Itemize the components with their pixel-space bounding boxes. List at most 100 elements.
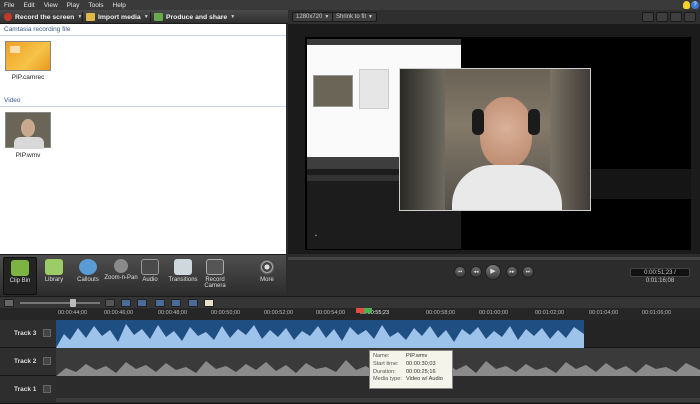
webcam-face [480,97,532,167]
clip-thumbnail-wmv[interactable] [5,112,51,149]
menu-play[interactable]: Play [67,2,80,9]
track-header-1[interactable]: Track 1 [0,376,56,404]
menu-view[interactable]: View [44,2,58,9]
track-name: Track 3 [14,330,37,337]
timeline-settings-icon[interactable] [4,299,14,307]
pan-button[interactable] [656,12,668,22]
tool-label: Library [44,277,64,283]
track-header-2[interactable]: Track 2 [0,348,56,376]
menu-file[interactable]: File [4,2,14,9]
ruler-label: 00:00:46;00 [104,310,134,316]
clip-bin-panel: Camtasia recording file PIP.camrec Video… [0,24,286,254]
section-header-video: Video [4,97,21,104]
playhead-marker-green[interactable] [364,308,372,313]
tool-library[interactable]: Library [37,257,71,295]
detach-button[interactable] [670,12,682,22]
tool-record-camera[interactable]: Record Camera [198,257,232,295]
tool-callouts[interactable]: Callouts [71,257,105,295]
track-lock-checkbox[interactable] [43,329,51,337]
clip-label-wmv: PIP.wmv [15,152,41,159]
horizontal-scrollbar[interactable] [56,398,700,402]
menu-edit[interactable]: Edit [23,2,34,9]
import-media-button[interactable]: Import media ▼ [86,12,149,22]
ruler-label: 00:00:48;00 [158,310,188,316]
audio-waveform-track-3 [56,324,584,348]
library-icon [45,259,63,275]
paste-icon[interactable] [171,299,181,307]
menu-help[interactable]: Help [113,2,126,9]
tooltip-key: Start time: [373,360,399,367]
callouts-icon [79,259,97,275]
fullscreen-button[interactable] [684,12,696,22]
tool-audio[interactable]: Audio [133,257,167,295]
tool-clip-bin[interactable]: Clip Bin [3,257,37,295]
cut-icon[interactable] [121,299,131,307]
tooltip-row-type: Media type: Video w/ Audio [373,376,449,384]
track-name: Track 1 [14,386,37,393]
headphone-right [528,109,540,135]
previous-clip-button[interactable]: ⏮ [454,266,466,278]
preview-canvas[interactable]: ▪ [305,37,691,250]
copy-icon[interactable] [137,299,147,307]
tool-more[interactable]: More [250,257,284,295]
tool-transitions[interactable]: Transitions [166,257,200,295]
zoom-slider[interactable] [20,302,100,304]
menu-tools[interactable]: Tools [88,2,103,9]
clip-bin-icon [11,260,29,276]
zoom-n-pan-icon [114,259,128,273]
playhead-marker-red[interactable] [356,308,364,313]
ruler-label: 00:00:50;00 [211,310,241,316]
tooltip-key: Name: [373,353,390,359]
webcam-pip-overlay[interactable] [399,68,591,211]
tool-label: Transitions [168,277,198,283]
track-lock-checkbox[interactable] [43,385,51,393]
playback-scrubber[interactable] [288,257,700,260]
clip-thumbnail-camrec[interactable] [5,41,51,71]
undo-icon[interactable] [105,299,115,307]
ruler-label: 00:01:02;00 [535,310,565,316]
track-3-empty[interactable] [584,320,700,348]
audio-icon [141,259,159,275]
tooltip-value: 00:00:25;16 [406,368,436,375]
tooltip-key: Duration: [373,368,396,375]
step-back-button[interactable]: ◂◂ [470,266,482,278]
timeline-ruler[interactable]: 00:00:44;00 00:00:46;00 00:00:48;00 00:0… [0,308,700,320]
track-3-clip[interactable] [56,320,584,348]
menu-bar: File Edit View Play Tools Help ? [0,0,700,10]
step-forward-button[interactable]: ▸▸ [506,266,518,278]
ruler-label: 00:00:44;00 [58,310,88,316]
play-button[interactable]: ▶ [485,264,501,280]
crop-button[interactable] [642,12,654,22]
next-clip-button[interactable]: ⏭ [522,266,534,278]
zoom-slider-handle[interactable] [70,299,76,307]
preview-zoom-dropdown[interactable]: Shrink to fit ▼ [332,12,377,22]
chevron-down-icon: ▼ [230,14,236,20]
preview-size-label: 1280x720 [296,14,323,20]
tool-label: Callouts [77,277,99,283]
tooltip-value: 00:00:30;03 [406,360,436,367]
help-icon[interactable]: ? [691,1,699,9]
folder-icon [86,13,95,21]
record-icon [4,13,12,21]
record-screen-button[interactable]: Record the screen ▼ [4,12,82,22]
time-display: 0:00:51;23 / 0:01:16;08 [630,268,690,284]
timeline-toolbar [0,296,700,308]
clip-info-tooltip: Name: PIP.wmv Start time: 00:00:30;03 Dura… [369,350,453,389]
preview-size-dropdown[interactable]: 1280x720 ▼ [292,12,334,22]
produce-icon [154,13,163,21]
headphone-left [472,109,484,135]
extend-icon[interactable] [188,299,198,307]
camtasia-window: File Edit View Play Tools Help ? Record … [0,0,700,404]
record-screen-label: Record the screen [15,13,75,21]
timeline-tracks: Track 3 Track 2 Track 1 [0,320,700,404]
tools-bar: Clip Bin Library Callouts Zoom-n-Pan Aud… [0,254,286,296]
track-header-3[interactable]: Track 3 [0,320,56,348]
track-lock-checkbox[interactable] [43,357,51,365]
tips-bulb-icon[interactable] [683,1,690,9]
note-icon[interactable] [204,299,214,307]
produce-share-button[interactable]: Produce and share ▼ [154,12,235,22]
split-icon[interactable] [155,299,165,307]
player-controls: ⏮ ◂◂ ▶ ▸▸ ⏭ 0:00:51;23 / 0:01:16;08 [288,254,700,296]
shirt-thumbnail [14,137,44,149]
ruler-label: 00:01:06;00 [642,310,672,316]
